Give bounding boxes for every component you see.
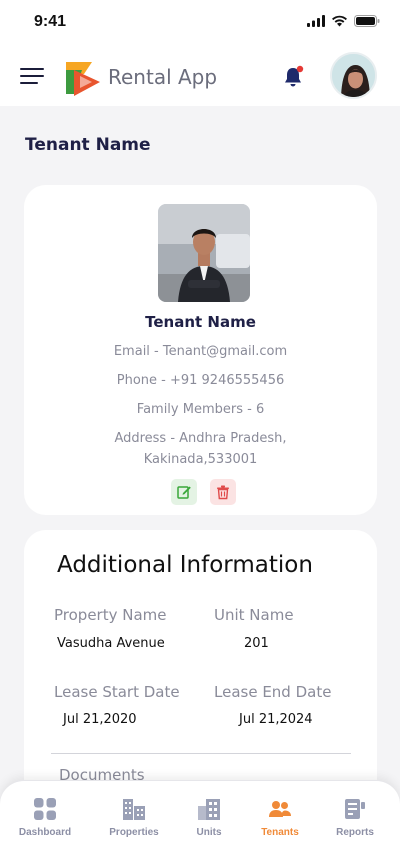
unit-name-value: 201 <box>244 636 269 651</box>
user-avatar[interactable] <box>330 52 377 99</box>
status-icons <box>307 15 380 27</box>
app-logo-icon <box>66 62 100 96</box>
nav-label-units: Units <box>196 827 222 838</box>
lease-start-value: Jul 21,2020 <box>63 712 137 727</box>
unit-name-label: Unit Name <box>214 606 294 624</box>
trash-icon <box>217 485 229 500</box>
nav-label-properties: Properties <box>109 827 159 838</box>
nav-item-properties[interactable]: Properties <box>94 781 174 858</box>
tenant-profile-card: Tenant Name Email - Tenant@gmail.com Pho… <box>24 185 377 515</box>
tenant-email: Email - Tenant@gmail.com <box>113 344 288 359</box>
status-bar: 9:41 <box>0 0 400 44</box>
tenant-name: Tenant Name <box>145 313 256 331</box>
tenant-phone: Phone - +91 9246555456 <box>116 373 285 388</box>
property-name-value: Vasudha Avenue <box>57 636 165 651</box>
wifi-icon <box>332 15 347 27</box>
lease-start-label: Lease Start Date <box>54 683 180 701</box>
reports-icon <box>345 799 365 819</box>
property-name-label: Property Name <box>54 606 167 624</box>
properties-icon <box>123 799 145 820</box>
nav-item-reports[interactable]: Reports <box>315 781 395 858</box>
app-title: Rental App <box>108 65 218 89</box>
nav-item-dashboard[interactable]: Dashboard <box>5 781 85 858</box>
notification-dot <box>296 65 304 73</box>
hamburger-menu-icon[interactable] <box>20 68 44 84</box>
page-title: Tenant Name <box>25 135 151 155</box>
nav-label-tenants: Tenants <box>261 827 299 838</box>
battery-icon <box>354 15 380 27</box>
nav-item-tenants[interactable]: Tenants <box>240 781 320 858</box>
lease-end-label: Lease End Date <box>214 683 332 701</box>
tenant-address-line1: Address - Andhra Pradesh, <box>114 431 287 446</box>
bottom-navigation: Dashboard Properties Units Tenants Repor… <box>0 780 400 858</box>
tenants-icon <box>269 801 291 817</box>
edit-icon <box>177 486 191 499</box>
edit-tenant-button[interactable] <box>171 479 197 505</box>
additional-info-title: Additional Information <box>57 552 313 578</box>
app-header: Rental App <box>0 44 400 106</box>
tenant-photo <box>158 204 250 302</box>
status-time: 9:41 <box>34 13 67 30</box>
lease-end-value: Jul 21,2024 <box>239 712 313 727</box>
units-icon <box>198 799 220 820</box>
signal-icon <box>307 15 325 27</box>
tenant-address-line2: Kakinada,533001 <box>143 452 258 467</box>
dashboard-icon <box>34 798 56 820</box>
nav-label-reports: Reports <box>336 827 374 838</box>
tenant-family-members: Family Members - 6 <box>136 402 265 417</box>
nav-label-dashboard: Dashboard <box>18 827 72 838</box>
tenant-detail-screen: 9:41 Rental App Tenant Name Tenant Name … <box>0 0 400 858</box>
section-divider <box>51 753 351 754</box>
delete-tenant-button[interactable] <box>210 479 236 505</box>
notification-bell-icon[interactable] <box>280 64 306 90</box>
nav-item-units[interactable]: Units <box>169 781 249 858</box>
